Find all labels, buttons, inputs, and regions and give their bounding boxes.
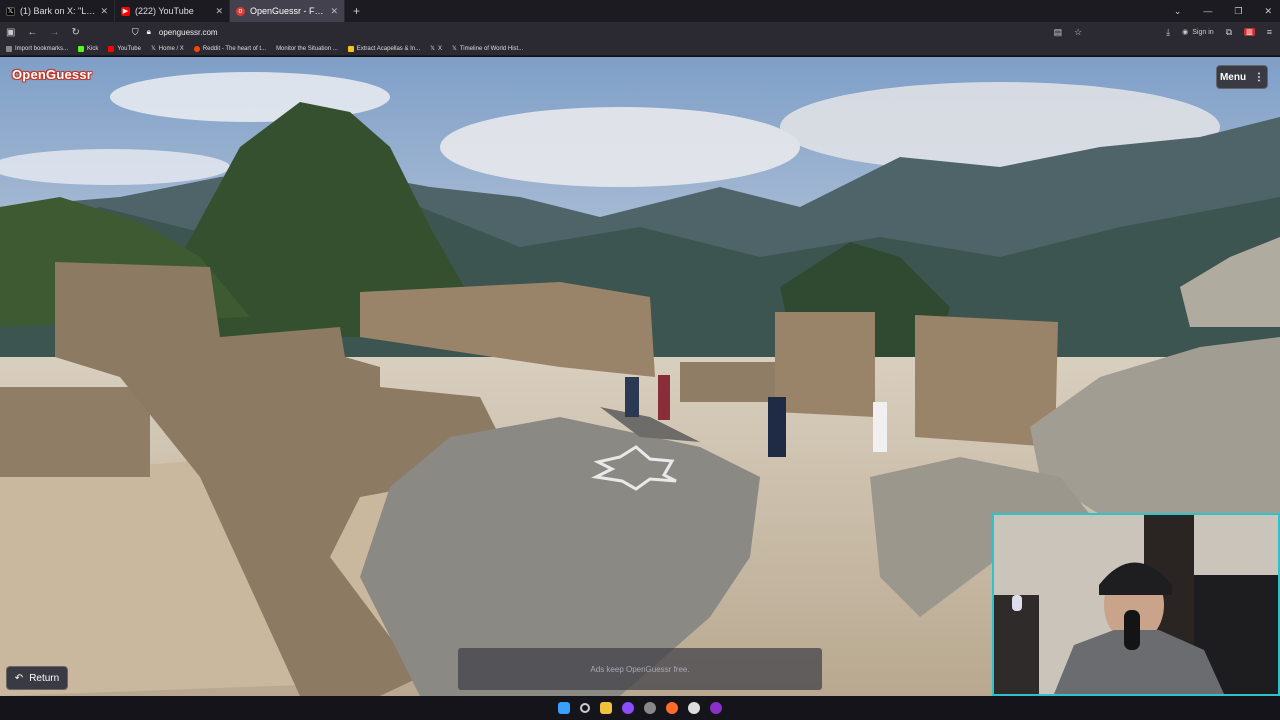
youtube-icon <box>108 45 115 52</box>
forward-icon[interactable]: → <box>49 27 59 38</box>
bookmark-import[interactable]: Import bookmarks... <box>6 45 69 52</box>
downloads-icon[interactable]: ⤓ <box>1166 27 1170 38</box>
x-logo-icon: 𝕏 <box>452 46 457 52</box>
tab-youtube[interactable]: ▶ (222) YouTube ✕ <box>115 0 230 22</box>
return-label: Return <box>29 672 60 684</box>
openguessr-logo[interactable]: OpenGuessr <box>12 67 92 82</box>
menu-label: Menu <box>1219 71 1247 83</box>
bookmark-star-icon[interactable]: ☆ <box>1074 27 1082 38</box>
bookmark-label: Extract Acapellas & In... <box>356 45 421 52</box>
new-tab-button[interactable]: + <box>345 4 368 18</box>
reader-view-icon[interactable]: ▤ <box>1054 27 1063 38</box>
return-arrow-icon: ↶ <box>14 672 24 684</box>
bookmark-acapellas[interactable]: Extract Acapellas & In... <box>347 45 421 52</box>
obs-icon[interactable] <box>710 702 722 714</box>
bookmarks-bar: Import bookmarks... Kick YouTube 𝕏 Home /… <box>0 42 1280 56</box>
webcam-overlay <box>992 513 1280 696</box>
address-bar[interactable]: ⛉ 🔒︎ openguessr.com <box>132 27 1032 38</box>
browser-tab-bar: 𝕏 (1) Bark on X: "Let me explain w ✕ ▶ (… <box>0 0 1280 22</box>
reload-icon[interactable]: ↻ <box>71 27 79 38</box>
bookmark-label: X <box>437 45 442 52</box>
tab-title: OpenGuessr - Free GeoGu <box>250 6 325 16</box>
browser-icon[interactable] <box>666 702 678 714</box>
close-tab-icon[interactable]: ✕ <box>215 6 223 17</box>
x-logo-icon: 𝕏 <box>6 6 15 16</box>
close-window-icon[interactable]: ✕ <box>1264 6 1272 17</box>
account-icon: ◉ <box>1182 29 1189 36</box>
bookmark-label: Import bookmarks... <box>15 45 69 52</box>
bookmark-home-x[interactable]: 𝕏 Home / X <box>150 45 184 53</box>
return-button[interactable]: ↶ Return <box>6 666 68 690</box>
file-explorer-icon[interactable] <box>600 702 612 714</box>
app-menu-icon[interactable]: ≡ <box>1267 27 1272 37</box>
minimize-icon[interactable]: — <box>1203 6 1212 16</box>
windows-start-icon[interactable] <box>558 702 570 714</box>
search-icon[interactable] <box>580 703 590 713</box>
x-logo-icon: 𝕏 <box>430 46 435 52</box>
bookmark-youtube[interactable]: YouTube <box>108 45 141 52</box>
bookmark-label: Monitor the Situation ... <box>276 45 338 52</box>
toolbar-right: ▤ ☆ ⤓ ◉ Sign in ⧉ ▥ ≡ <box>1054 22 1272 42</box>
settings-icon[interactable] <box>644 702 656 714</box>
kick-icon <box>78 45 85 52</box>
back-icon[interactable]: ← <box>27 27 37 38</box>
x-logo-icon: 𝕏 <box>150 46 156 52</box>
lock-icon[interactable]: 🔒︎ <box>147 27 151 37</box>
navigation-bar: ▣ ← → ↻ ⛉ 🔒︎ openguessr.com ▤ ☆ ⤓ ◉ Sign… <box>0 22 1280 42</box>
firefox-icon[interactable] <box>622 702 634 714</box>
bookmark-reddit[interactable]: Reddit - The heart of t... <box>193 45 267 52</box>
more-vertical-icon: ⋮ <box>1254 71 1265 83</box>
bookmark-monitor[interactable]: Monitor the Situation ... <box>276 46 338 52</box>
chrome-icon[interactable] <box>688 702 700 714</box>
openguessr-icon: o <box>236 6 245 16</box>
bookmark-label: Kick <box>87 45 99 52</box>
ad-banner-text: Ads keep OpenGuessr free. <box>590 664 690 674</box>
tab-title: (222) YouTube <box>135 6 194 16</box>
url-text: openguessr.com <box>158 27 218 37</box>
tab-x-post[interactable]: 𝕏 (1) Bark on X: "Let me explain w ✕ <box>0 0 115 22</box>
ad-banner: Ads keep OpenGuessr free. <box>458 648 822 690</box>
os-taskbar <box>0 696 1280 720</box>
menu-button[interactable]: Menu ⋮ <box>1216 65 1268 89</box>
sign-in-button[interactable]: ◉ Sign in <box>1182 28 1214 37</box>
sidebar-icon[interactable]: ▣ <box>6 27 15 38</box>
extensions-icon[interactable]: ⧉ <box>1226 27 1232 38</box>
extension-badge-icon[interactable]: ▥ <box>1244 28 1255 36</box>
folder-icon <box>347 45 354 52</box>
bookmark-x[interactable]: 𝕏X <box>430 45 442 53</box>
bookmark-timeline[interactable]: 𝕏 Timeline of World Hist... <box>452 45 524 53</box>
import-icon <box>6 45 12 52</box>
tab-title: (1) Bark on X: "Let me explain w <box>20 6 95 16</box>
youtube-icon: ▶ <box>121 6 130 16</box>
maximize-icon[interactable]: ❐ <box>1234 6 1242 17</box>
bookmark-label: Home / X <box>158 45 184 52</box>
tab-openguessr[interactable]: o OpenGuessr - Free GeoGu ✕ <box>230 0 345 22</box>
tracking-shield-icon[interactable]: ⛉ <box>132 27 139 38</box>
webcam-feed <box>994 515 1278 694</box>
window-controls: ⌄ — ❐ ✕ <box>1174 0 1272 22</box>
street-view-panorama[interactable]: OpenGuessr Menu ⋮ ↶ Return Ads keep Open… <box>0 57 1280 696</box>
bookmark-label: Timeline of World Hist... <box>459 45 524 52</box>
bookmark-kick[interactable]: Kick <box>78 45 99 52</box>
sign-in-label: Sign in <box>1192 28 1214 36</box>
close-tab-icon[interactable]: ✕ <box>100 6 108 17</box>
reddit-icon <box>193 45 200 52</box>
bookmark-label: Reddit - The heart of t... <box>202 45 267 52</box>
bookmark-label: YouTube <box>117 45 141 52</box>
close-tab-icon[interactable]: ✕ <box>330 6 338 17</box>
tab-list-icon[interactable]: ⌄ <box>1174 6 1182 17</box>
